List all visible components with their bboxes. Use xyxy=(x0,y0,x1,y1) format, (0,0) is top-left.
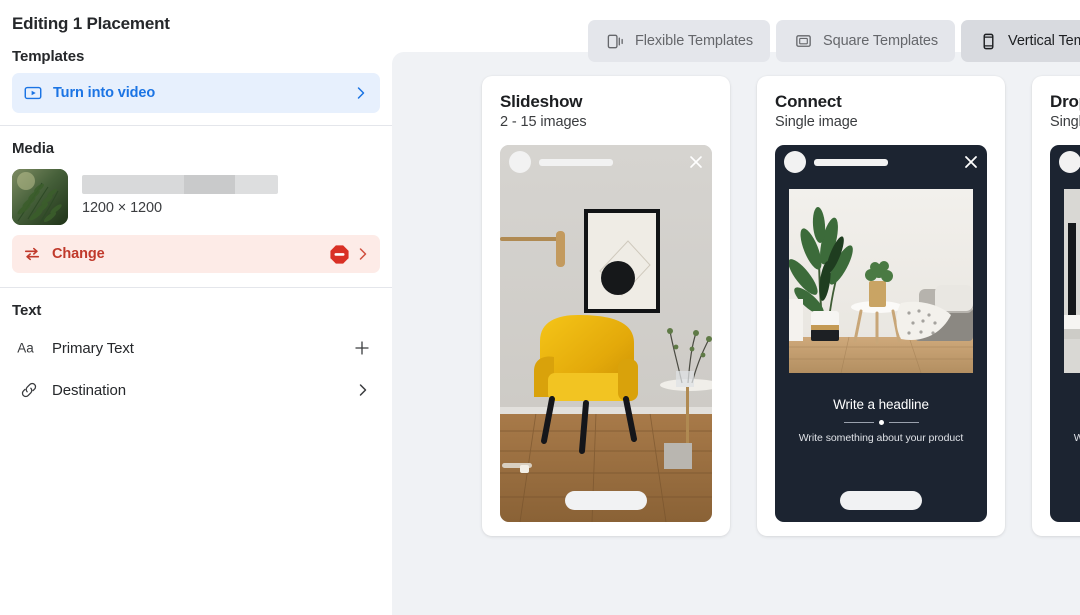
templates-section: Templates Turn into video xyxy=(0,34,392,113)
preview-header-bar xyxy=(500,145,712,179)
media-details: 1200 × 1200 xyxy=(82,169,380,216)
preview-image-living-room xyxy=(500,145,712,522)
tab-vertical-label: Vertical Templates xyxy=(1008,33,1080,49)
divider-ornament xyxy=(1050,420,1080,425)
media-dimensions: 1200 × 1200 xyxy=(82,200,162,216)
media-item[interactable]: 1200 × 1200 xyxy=(12,165,380,235)
preview-image-bathroom-shelf xyxy=(1064,189,1080,373)
media-thumbnail[interactable] xyxy=(12,169,68,225)
divider-ornament xyxy=(775,420,987,425)
tab-square-label: Square Templates xyxy=(823,33,939,49)
media-heading: Media xyxy=(12,140,55,157)
card-subtitle: Single image xyxy=(1050,114,1080,130)
filename-redacted-bar xyxy=(82,175,278,194)
template-card-slideshow[interactable]: Slideshow 2 - 15 images xyxy=(482,76,730,536)
destination-label: Destination xyxy=(52,381,126,399)
close-icon[interactable] xyxy=(689,155,703,169)
change-media-button[interactable]: Change xyxy=(12,235,380,273)
sidebar-panel: Editing 1 Placement Templates Turn into … xyxy=(0,0,392,615)
error-stop-icon xyxy=(329,244,350,265)
tab-flexible-templates[interactable]: Flexible Templates xyxy=(588,20,771,62)
card-subtitle: 2 - 15 images xyxy=(500,114,587,130)
preview-cta-button[interactable] xyxy=(565,491,647,510)
media-section: Media 1200 × 1200 Change xyxy=(0,126,392,273)
name-placeholder-bar xyxy=(539,158,613,166)
svg-text:Aa: Aa xyxy=(17,341,34,356)
avatar xyxy=(509,151,531,173)
card-title: Connect xyxy=(775,92,842,111)
template-card-connect[interactable]: Connect Single image Write a headline Wr… xyxy=(757,76,1005,536)
preview-cta-button[interactable] xyxy=(840,491,922,510)
tab-square-templates[interactable]: Square Templates xyxy=(776,20,956,62)
preview-body-text: Write something about your product xyxy=(798,432,964,444)
chevron-right-icon xyxy=(356,247,370,261)
text-heading: Text xyxy=(12,302,42,319)
video-play-icon xyxy=(22,82,44,104)
turn-into-video-button[interactable]: Turn into video xyxy=(12,73,380,113)
canvas-panel: Flexible Templates Square Templates Vert… xyxy=(392,0,1080,615)
preview-image-interior-plant xyxy=(789,189,973,373)
preview-header-bar xyxy=(1050,145,1080,179)
editor-window: Editing 1 Placement Templates Turn into … xyxy=(0,0,1080,615)
turn-into-video-label: Turn into video xyxy=(53,85,156,101)
preview-body-text: Write something about your product xyxy=(1073,432,1080,444)
name-placeholder-bar xyxy=(814,158,888,166)
template-card-drop[interactable]: Drop Single image xyxy=(1032,76,1080,536)
preview-copy-block: Write a headline Write something about y… xyxy=(775,397,987,444)
chevron-right-icon[interactable] xyxy=(356,383,370,397)
preview-headline: Write a headline xyxy=(1050,397,1080,412)
preview-slideshow[interactable] xyxy=(500,145,712,522)
card-title: Drop xyxy=(1050,92,1080,111)
chevron-right-icon xyxy=(354,86,368,100)
avatar xyxy=(1059,151,1080,173)
preview-copy-block: Write a headline Write something about y… xyxy=(1050,397,1080,444)
flexible-layout-icon xyxy=(605,31,625,51)
preview-connect[interactable]: Write a headline Write something about y… xyxy=(775,145,987,522)
text-format-icon: Aa xyxy=(16,337,42,359)
preview-drop[interactable]: Write a headline Write something about y… xyxy=(1050,145,1080,522)
page-title: Editing 1 Placement xyxy=(12,14,170,33)
primary-text-label: Primary Text xyxy=(52,339,134,357)
card-title: Slideshow xyxy=(500,92,583,111)
sidebar-item-destination[interactable]: Destination xyxy=(12,369,380,411)
preview-headline: Write a headline xyxy=(833,397,929,412)
link-icon xyxy=(16,379,42,401)
phone-vertical-icon xyxy=(978,31,998,51)
swap-arrows-icon xyxy=(22,244,42,264)
tab-flexible-label: Flexible Templates xyxy=(635,33,754,49)
card-subtitle: Single image xyxy=(775,114,858,130)
sidebar-item-primary-text[interactable]: Aa Primary Text xyxy=(12,327,380,369)
template-card-list: Slideshow 2 - 15 images Connect Single i… xyxy=(482,76,1080,536)
plus-icon[interactable] xyxy=(354,340,370,356)
change-label: Change xyxy=(52,246,105,262)
text-section: Text Aa Primary Text Destination xyxy=(0,288,392,411)
preview-header-bar xyxy=(775,145,987,179)
square-layout-icon xyxy=(793,31,813,51)
template-tabs: Flexible Templates Square Templates Vert… xyxy=(588,20,1080,62)
templates-heading: Templates xyxy=(12,48,85,65)
avatar xyxy=(784,151,806,173)
close-icon[interactable] xyxy=(964,155,978,169)
tab-vertical-templates[interactable]: Vertical Templates xyxy=(961,20,1080,62)
